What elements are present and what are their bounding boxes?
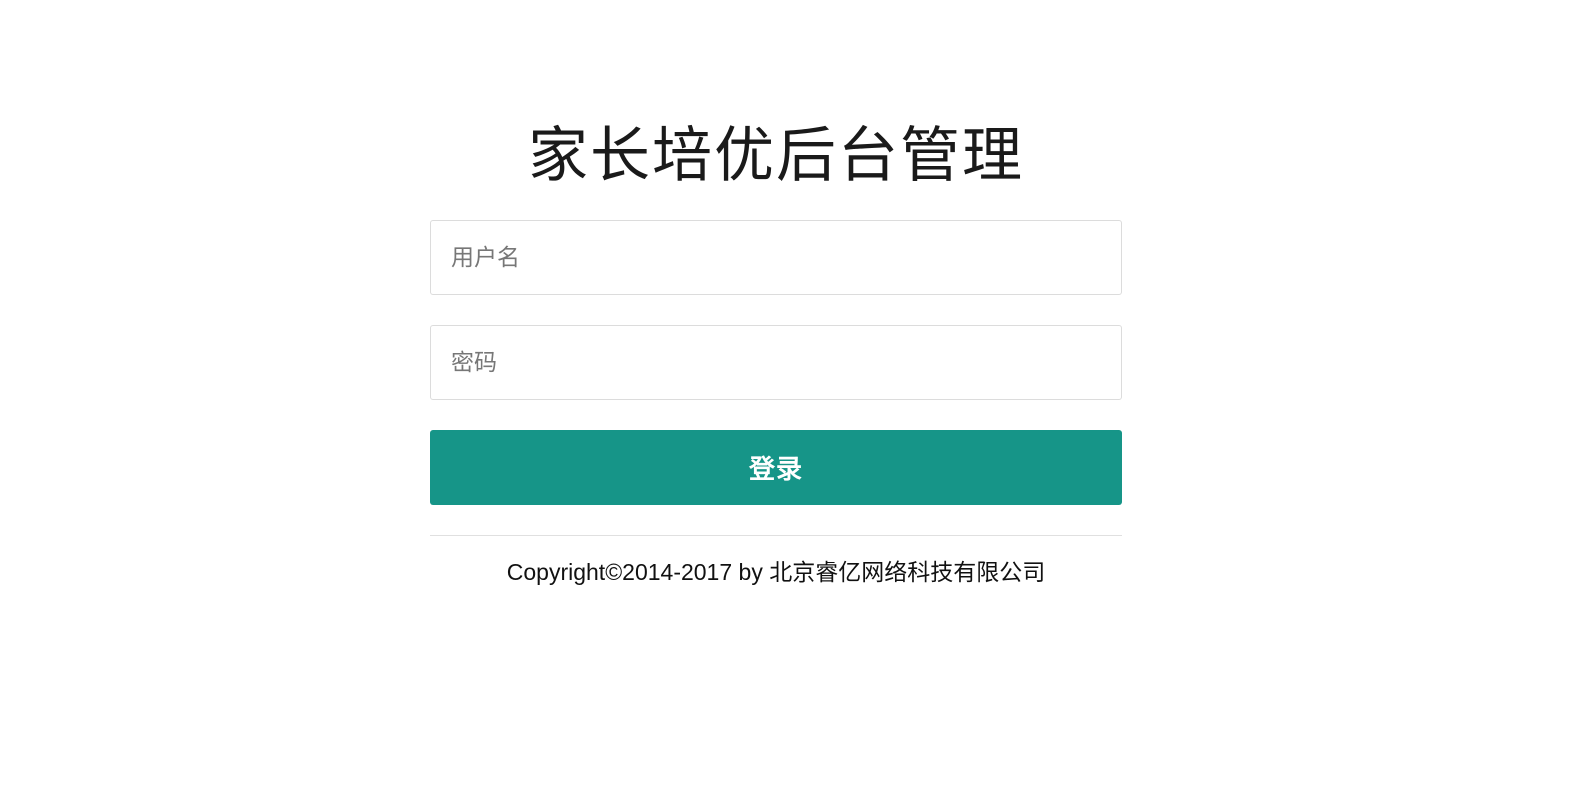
login-page: 家长培优后台管理 登录 Copyright©2014-2017 by 北京睿亿网… <box>0 0 1584 796</box>
copyright-text: Copyright©2014-2017 by 北京睿亿网络科技有限公司 <box>506 559 1046 585</box>
username-input[interactable] <box>430 220 1122 295</box>
password-input[interactable] <box>430 325 1122 400</box>
login-button[interactable]: 登录 <box>430 430 1122 505</box>
page-title: 家长培优后台管理 <box>528 122 1024 189</box>
divider <box>430 535 1122 536</box>
